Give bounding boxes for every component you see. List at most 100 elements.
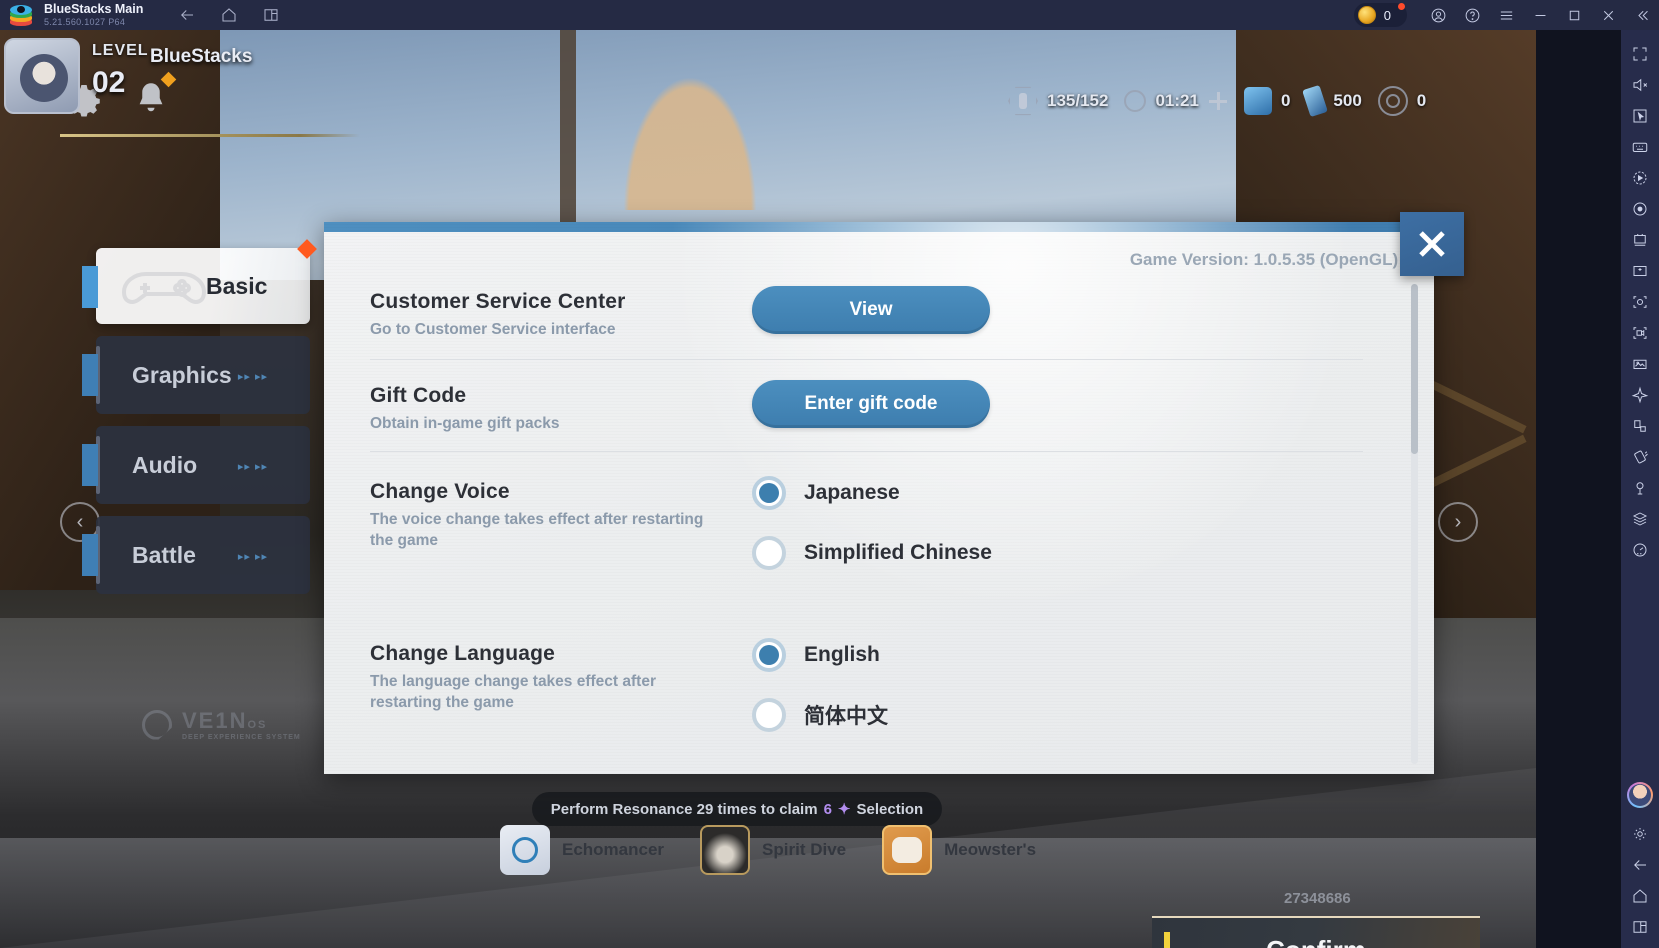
radio-selected-icon — [752, 637, 786, 672]
rotate-icon[interactable] — [1624, 410, 1656, 441]
screen-record-icon[interactable] — [1624, 317, 1656, 348]
player-card[interactable] — [60, 134, 360, 206]
language-option-english[interactable]: English — [752, 637, 1409, 672]
game-version-text: Game Version: 1.0.5.35 (OpenGL) — [1129, 250, 1399, 269]
cursor-icon[interactable] — [1624, 100, 1656, 131]
quest-toast: Perform Resonance 29 times to claim 6 ✦ … — [532, 792, 942, 826]
close-settings-button[interactable] — [1400, 212, 1464, 276]
blue-currency-value: 0 — [1280, 91, 1291, 110]
currency-vial-group[interactable]: 500 — [1302, 84, 1362, 118]
voice-option-simplified-chinese[interactable]: Simplified Chinese — [752, 535, 1409, 570]
clock-icon — [1124, 90, 1147, 112]
player-name: BlueStacks — [150, 46, 253, 67]
veinos-subtitle: DEEP EXPERIENCE SYSTEM — [182, 734, 301, 741]
add-stamina-icon[interactable] — [1208, 91, 1228, 111]
ring-currency-value: 0 — [1416, 91, 1427, 110]
row-description: Obtain in-game gift packs — [370, 414, 560, 432]
tab-label: Battle — [132, 541, 196, 568]
menu-icon[interactable] — [1489, 0, 1523, 30]
airplane-icon[interactable] — [1624, 379, 1656, 410]
back-icon[interactable] — [177, 5, 197, 25]
language-option-simplified-chinese[interactable]: 简体中文 — [752, 697, 1409, 732]
tab-label: Graphics — [132, 361, 232, 388]
quest-toast-suffix: Selection — [856, 800, 924, 818]
gamepad-icon — [116, 262, 212, 314]
radio-unselected-icon — [752, 697, 786, 732]
performance-icon[interactable] — [1624, 534, 1656, 565]
echomancer-icon — [500, 825, 550, 875]
settings-scrollbar-thumb[interactable] — [1411, 284, 1418, 454]
meowster-icon — [882, 825, 933, 875]
confirm-button[interactable]: Confirm — [1152, 916, 1480, 948]
screenshot-icon[interactable] — [1624, 286, 1656, 317]
home-icon[interactable] — [1624, 880, 1656, 911]
close-icon[interactable] — [1591, 0, 1625, 30]
shake-icon[interactable] — [1624, 441, 1656, 472]
gem-icon: ✦ — [837, 801, 851, 818]
player-level-caption: LEVEL — [92, 42, 149, 59]
home-icon[interactable] — [219, 5, 239, 25]
back-icon[interactable] — [1624, 849, 1656, 880]
settings-rows: Customer Service Center Go to Customer S… — [324, 280, 1409, 774]
recents-icon[interactable] — [1624, 911, 1656, 942]
bottom-menu-label: Spirit Dive — [762, 840, 847, 859]
collapse-sidebar-icon[interactable] — [1625, 0, 1659, 30]
tab-basic[interactable]: Basic — [82, 239, 317, 324]
install-apk-icon[interactable] — [1624, 255, 1656, 286]
bluestacks-window: BlueStacks Main 5.21.560.1027 P64 0 LEVE… — [0, 0, 1659, 948]
stamina-group[interactable]: 135/152 — [1008, 86, 1108, 116]
account-icon[interactable] — [1421, 0, 1455, 30]
titlebar-right: 0 — [1353, 0, 1659, 30]
row-title: Gift Code — [370, 383, 467, 407]
record-icon[interactable] — [1624, 193, 1656, 224]
bottom-menu-item-echomancer[interactable]: Echomancer — [500, 825, 664, 875]
currency-ring-group[interactable]: 0 — [1377, 86, 1427, 116]
row-divider — [370, 450, 1363, 452]
bottom-menu-item-meowster[interactable]: Meowster's — [882, 825, 1036, 875]
ring-currency-icon — [1377, 86, 1408, 116]
keyboard-controls-icon[interactable] — [1624, 131, 1656, 162]
multi-instance-icon[interactable] — [1624, 224, 1656, 255]
settings-panel: Game Version: 1.0.5.35 (OpenGL) Customer… — [324, 222, 1434, 774]
tab-graphics[interactable]: Graphics ▸▸ ▸▸ — [82, 336, 310, 414]
voice-option-japanese[interactable]: Japanese — [752, 475, 1409, 510]
game-character — [600, 30, 780, 210]
mute-icon[interactable] — [1624, 69, 1656, 100]
bluestacks-tool-rail — [1621, 30, 1659, 948]
enter-gift-code-button[interactable]: Enter gift code — [752, 379, 990, 428]
radio-label: English — [804, 642, 880, 666]
row-title: Change Language — [370, 641, 556, 665]
bottom-menu-label: Meowster's — [944, 840, 1037, 859]
titlebar-nav — [177, 5, 281, 25]
stamina-value: 135/152 — [1047, 91, 1109, 110]
app-version: 5.21.560.1027 P64 — [44, 16, 126, 27]
location-icon[interactable] — [1624, 472, 1656, 503]
confirm-accent-bar — [1164, 932, 1170, 948]
coin-balance[interactable]: 0 — [1353, 3, 1407, 27]
avatar-icon[interactable] — [1627, 782, 1653, 808]
help-icon[interactable] — [1455, 0, 1489, 30]
spirit-dive-icon — [700, 825, 751, 875]
maximize-icon[interactable] — [1557, 0, 1591, 30]
tab-battle[interactable]: Battle ▸▸ ▸▸ — [82, 516, 310, 594]
radio-label: 简体中文 — [804, 704, 888, 728]
tab-audio[interactable]: Audio ▸▸ ▸▸ — [82, 426, 310, 504]
multi-instance-icon[interactable] — [261, 5, 281, 25]
player-avatar[interactable] — [4, 38, 80, 114]
currency-blue-group[interactable]: 0 — [1243, 87, 1291, 115]
media-manager-icon[interactable] — [1624, 348, 1656, 379]
timer-group: 01:21 — [1124, 90, 1227, 112]
confirm-label: Confirm — [1266, 935, 1366, 948]
macro-play-icon[interactable] — [1624, 162, 1656, 193]
view-button[interactable]: View — [752, 286, 990, 334]
bluestacks-logo-icon — [8, 2, 34, 28]
chevron-right-icon: ▸▸ ▸▸ — [237, 551, 268, 563]
radio-unselected-icon — [752, 535, 786, 570]
fullscreen-icon[interactable] — [1624, 38, 1656, 69]
settings-gear-icon[interactable] — [1624, 818, 1656, 849]
settings-scrollbar-track[interactable] — [1411, 284, 1418, 764]
bottom-menu-item-spirit-dive[interactable]: Spirit Dive — [700, 825, 846, 875]
layers-icon[interactable] — [1624, 503, 1656, 534]
settings-row-change-voice: Change Voice The voice change takes effe… — [324, 470, 1409, 596]
minimize-icon[interactable] — [1523, 0, 1557, 30]
